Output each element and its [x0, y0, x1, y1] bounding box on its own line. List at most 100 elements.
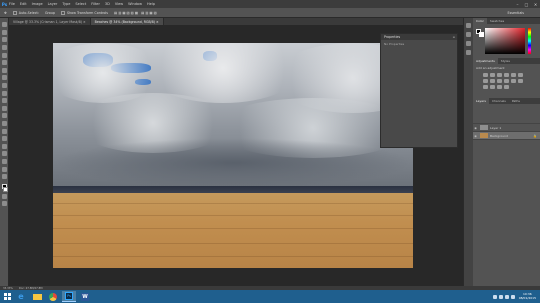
menu-3d[interactable]: 3D	[105, 2, 110, 6]
taskbar-photoshop[interactable]: Ps	[62, 291, 76, 302]
posterize-icon[interactable]	[483, 85, 488, 89]
path-select-tool-icon[interactable]	[1, 143, 7, 149]
quick-select-tool-icon[interactable]	[1, 45, 7, 51]
visibility-eye-icon[interactable]: ◉	[473, 126, 478, 130]
background-swatch[interactable]	[479, 32, 484, 37]
screen-mode-icon[interactable]	[1, 201, 7, 207]
history-brush-tool-icon[interactable]	[1, 90, 7, 96]
auto-select-checkbox[interactable]	[12, 10, 17, 15]
menu-file[interactable]: File	[9, 2, 15, 6]
info-icon[interactable]	[466, 41, 471, 46]
document-canvas[interactable]	[53, 43, 413, 268]
layer-row-selected[interactable]: ◉ Background 🔒	[473, 132, 540, 140]
transform-controls-label: Show Transform Controls	[67, 10, 109, 15]
paragraph-icon[interactable]	[466, 50, 471, 55]
tab-layers[interactable]: Layers	[473, 98, 489, 104]
taskbar-chrome[interactable]	[46, 291, 60, 302]
threshold-icon[interactable]	[490, 85, 495, 89]
auto-select-dropdown[interactable]: Group	[45, 11, 55, 15]
tab-beaches[interactable]: Beaches @ 34% (Background, RGB/8) ×	[90, 18, 164, 25]
properties-body: No Properties	[384, 42, 405, 46]
invert-icon[interactable]	[518, 79, 523, 83]
background-color-swatch[interactable]	[3, 187, 8, 193]
color-balance-icon[interactable]	[483, 79, 488, 83]
horizon-strip	[53, 186, 413, 193]
quick-mask-icon[interactable]	[1, 193, 7, 199]
black-white-icon[interactable]	[490, 79, 495, 83]
taskbar-explorer[interactable]	[30, 291, 44, 302]
options-bar: ✥ Auto-Select: Group Show Transform Cont…	[0, 8, 540, 18]
color-lookup-icon[interactable]	[511, 79, 516, 83]
system-tray: 10:36 08/01/2015	[492, 292, 540, 300]
dodge-tool-icon[interactable]	[1, 121, 7, 127]
taskbar-word[interactable]: W	[78, 291, 92, 302]
eraser-tool-icon[interactable]	[1, 98, 7, 104]
workspace-switcher[interactable]: Essentials	[508, 11, 525, 15]
selective-color-icon[interactable]	[504, 85, 509, 89]
brush-tool-icon[interactable]	[1, 75, 7, 81]
menu-edit[interactable]: Edit	[20, 2, 27, 6]
eyedropper-tool-icon[interactable]	[1, 60, 7, 66]
properties-icon[interactable]	[466, 32, 471, 37]
pen-tool-icon[interactable]	[1, 128, 7, 134]
shape-tool-icon[interactable]	[1, 151, 7, 157]
menu-filter[interactable]: Filter	[91, 2, 100, 6]
healing-tool-icon[interactable]	[1, 67, 7, 73]
volume-icon[interactable]	[504, 294, 509, 299]
lasso-tool-icon[interactable]	[1, 37, 7, 43]
network-icon[interactable]	[498, 294, 503, 299]
arrow-up-icon[interactable]	[492, 294, 497, 299]
chrome-icon	[49, 292, 57, 301]
tab-styles[interactable]: Styles	[498, 58, 513, 64]
menu-view[interactable]: View	[115, 2, 123, 6]
marquee-tool-icon[interactable]	[1, 29, 7, 35]
hand-tool-icon[interactable]	[1, 158, 7, 164]
tab-village[interactable]: Village @ 33.3% (Crisman 1, Layer Mask/8…	[9, 18, 91, 25]
panel-menu-icon[interactable]: ≡	[452, 35, 455, 39]
transform-controls-checkbox[interactable]	[61, 10, 65, 15]
move-tool-icon[interactable]	[1, 22, 7, 28]
exposure-icon[interactable]	[504, 73, 509, 77]
brightness-icon[interactable]	[483, 73, 488, 77]
hue-saturation-icon[interactable]	[518, 73, 523, 77]
clone-stamp-tool-icon[interactable]	[1, 83, 7, 89]
menu-layer[interactable]: Layer	[48, 2, 58, 6]
zoom-tool-icon[interactable]	[1, 166, 7, 172]
type-tool-icon[interactable]	[1, 136, 7, 142]
vibrance-icon[interactable]	[511, 73, 516, 77]
crop-tool-icon[interactable]	[1, 52, 7, 58]
tab-paths[interactable]: Paths	[509, 98, 523, 104]
tab-adjustments[interactable]: Adjustments	[473, 58, 498, 64]
minimize-button[interactable]: –	[513, 2, 522, 7]
menu-image[interactable]: Image	[32, 2, 43, 6]
align-icons[interactable]: ▤ ▥ ▦ ▧ ▨ ▩ ▤ ▥ ▦ ▧	[114, 11, 157, 15]
channel-mixer-icon[interactable]	[504, 79, 509, 83]
levels-icon[interactable]	[490, 73, 495, 77]
gradient-map-icon[interactable]	[497, 85, 502, 89]
auto-select-label: Auto-Select:	[18, 10, 39, 15]
taskbar-ie[interactable]: e	[14, 291, 28, 302]
move-tool-icon[interactable]: ✥	[4, 11, 7, 15]
color-picker-field[interactable]	[485, 28, 525, 54]
menu-type[interactable]: Type	[62, 2, 70, 6]
photo-filter-icon[interactable]	[497, 79, 502, 83]
close-button[interactable]: ✕	[531, 2, 540, 7]
history-icon[interactable]	[466, 23, 471, 28]
menu-select[interactable]: Select	[75, 2, 86, 6]
menu-window[interactable]: Window	[128, 2, 142, 6]
more-tools-icon[interactable]	[1, 174, 7, 180]
clock[interactable]: 10:36 08/01/2015	[519, 292, 536, 300]
blur-tool-icon[interactable]	[1, 113, 7, 119]
adjustments-title: Add an adjustment	[476, 66, 505, 70]
menu-bar: Ps File Edit Image Layer Type Select Fil…	[0, 0, 540, 8]
maximize-button[interactable]: □	[522, 2, 531, 7]
flag-icon[interactable]	[510, 294, 515, 299]
curves-icon[interactable]	[497, 73, 502, 77]
menu-help[interactable]: Help	[147, 2, 155, 6]
hue-slider[interactable]	[528, 28, 531, 54]
tab-channels[interactable]: Channels	[489, 98, 509, 104]
start-button[interactable]	[0, 290, 14, 303]
layer-row[interactable]: ◉ Layer 1	[473, 124, 540, 132]
visibility-eye-icon[interactable]: ◉	[473, 134, 478, 138]
gradient-tool-icon[interactable]	[1, 105, 7, 111]
